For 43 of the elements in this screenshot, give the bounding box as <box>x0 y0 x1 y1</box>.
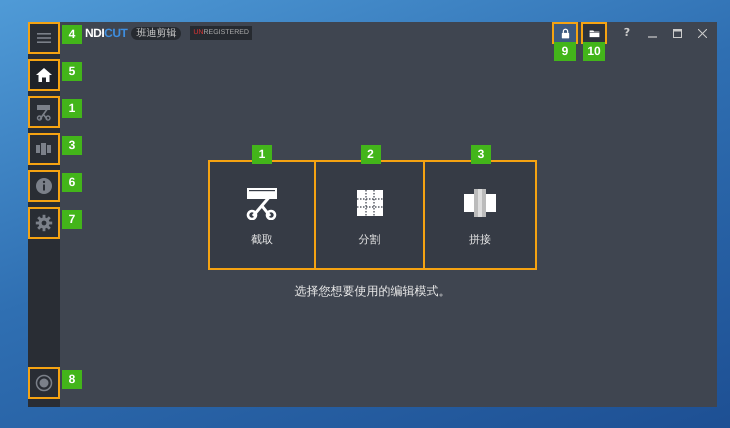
mode-card[interactable]: 截取 <box>208 160 316 270</box>
film-join-icon <box>463 186 497 220</box>
mode-label: 截取 <box>251 232 273 248</box>
callout-badge: 1 <box>62 99 82 118</box>
folder-button[interactable] <box>581 22 607 44</box>
app-logo: NDICUT <box>85 25 128 42</box>
callout-badge: 6 <box>62 173 82 192</box>
help-button[interactable]: ? <box>616 23 638 43</box>
scissors-film-icon <box>245 186 279 220</box>
callout-badge: 5 <box>62 62 82 81</box>
callout-badge: 4 <box>62 25 82 44</box>
folder-icon <box>588 28 600 38</box>
callout-badge: 3 <box>471 145 491 164</box>
lock-icon <box>560 28 570 38</box>
callout-badge: 3 <box>62 136 82 155</box>
join-button[interactable] <box>28 133 60 165</box>
close-icon <box>698 28 706 38</box>
callout-badge: 2 <box>360 145 380 164</box>
film-strips-icon <box>35 140 53 158</box>
callout-badge: 9 <box>554 42 576 61</box>
callout-badge: 1 <box>252 145 272 164</box>
instruction-text: 选择您想要使用的编辑模式。 <box>294 283 450 300</box>
callout-badge: 10 <box>583 42 605 61</box>
callout-badge: 7 <box>62 210 82 229</box>
mode-card[interactable]: 分割 <box>314 160 425 270</box>
app-name-badge: 班迪剪辑 <box>131 26 182 40</box>
info-button[interactable] <box>28 170 60 202</box>
mode-label: 分割 <box>358 232 380 248</box>
mode-card[interactable]: 拼接 <box>423 160 537 270</box>
home-button[interactable] <box>28 59 60 91</box>
callout-badge: 8 <box>62 370 82 389</box>
home-icon <box>35 66 53 84</box>
trim-button[interactable] <box>28 96 60 128</box>
settings-button[interactable] <box>28 207 60 239</box>
minimize-icon <box>648 36 656 38</box>
mode-label: 拼接 <box>469 232 491 248</box>
menu-button[interactable] <box>28 22 60 54</box>
record-icon <box>35 374 53 392</box>
lock-button[interactable] <box>552 22 578 44</box>
scissors-film-icon <box>35 103 53 121</box>
record-button[interactable] <box>28 367 60 399</box>
maximize-icon <box>672 28 682 38</box>
info-icon <box>35 177 53 195</box>
